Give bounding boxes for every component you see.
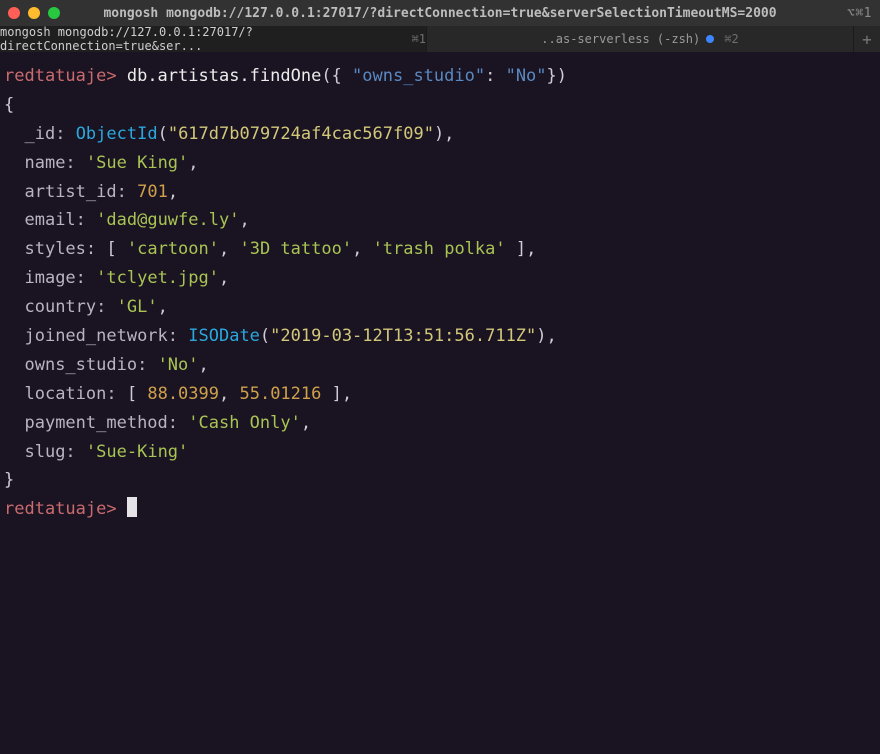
cursor-icon (127, 497, 137, 517)
val-country: 'GL' (117, 297, 158, 317)
traffic-lights (8, 7, 60, 19)
tab-bar: mongosh mongodb://127.0.0.1:27017/?direc… (0, 26, 880, 52)
val-loc: 88.0399 (147, 384, 219, 404)
val-style: 'trash polka' (373, 239, 506, 259)
val-style: '3D tattoo' (239, 239, 352, 259)
terminal-output[interactable]: redtatuaje> db.artistas.findOne({ "owns_… (0, 52, 880, 754)
prompt: redtatuaje> (4, 499, 117, 519)
joined-arg: "2019-03-12T13:51:56.711Z" (270, 326, 536, 346)
minimize-icon[interactable] (28, 7, 40, 19)
val-artist-id: 701 (137, 182, 168, 202)
tab-shortcut: ⌘1 (412, 32, 426, 46)
cmd-call: db.artistas.findOne (127, 66, 321, 86)
window-shortcut: ⌥⌘1 (847, 6, 872, 21)
close-icon[interactable] (8, 7, 20, 19)
add-tab-button[interactable]: + (854, 26, 880, 52)
val-email: 'dad@guwfe.ly' (96, 210, 239, 230)
val-payment: 'Cash Only' (188, 413, 301, 433)
tab-zsh[interactable]: ..as-serverless (-zsh) ⌘2 (427, 26, 854, 52)
zoom-icon[interactable] (48, 7, 60, 19)
val-image: 'tclyet.jpg' (96, 268, 219, 288)
val-style: 'cartoon' (127, 239, 219, 259)
window-titlebar: mongosh mongodb://127.0.0.1:27017/?direc… (0, 0, 880, 26)
val-name: 'Sue King' (86, 153, 188, 173)
val-slug: 'Sue-King' (86, 442, 188, 462)
joined-fn: ISODate (188, 326, 260, 346)
cmd-val: "No" (506, 66, 547, 86)
tab-label: ..as-serverless (-zsh) (541, 32, 700, 46)
tab-label: mongosh mongodb://127.0.0.1:27017/?direc… (0, 25, 402, 53)
window-title: mongosh mongodb://127.0.0.1:27017/?direc… (0, 6, 880, 21)
prompt: redtatuaje> (4, 66, 117, 86)
tab-shortcut: ⌘2 (724, 32, 738, 46)
val-loc: 55.01216 (239, 384, 321, 404)
id-fn: ObjectId (76, 124, 158, 144)
cmd-key: "owns_studio" (352, 66, 485, 86)
activity-dot-icon (706, 35, 714, 43)
tab-mongosh[interactable]: mongosh mongodb://127.0.0.1:27017/?direc… (0, 26, 427, 52)
id-arg: "617d7b079724af4cac567f09" (168, 124, 434, 144)
val-owns-studio: 'No' (158, 355, 199, 375)
